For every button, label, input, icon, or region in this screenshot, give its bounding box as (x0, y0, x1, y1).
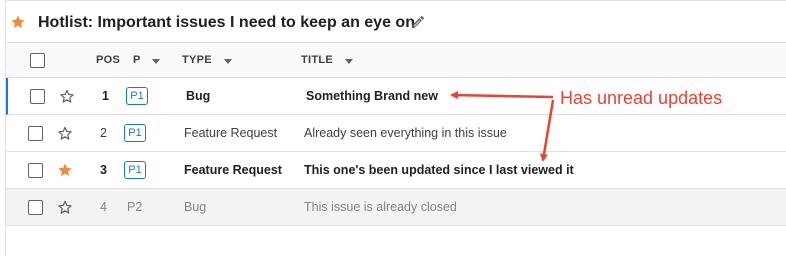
row-checkbox[interactable] (28, 200, 43, 215)
table-row[interactable]: 4 P2 Bug This issue is already closed (6, 189, 786, 226)
priority-label: P2 (127, 200, 143, 214)
column-header-pos[interactable]: POS (96, 54, 120, 66)
priority-badge: P1 (126, 87, 148, 105)
issue-position: 3 (100, 163, 107, 177)
star-outline-icon[interactable] (57, 199, 73, 215)
column-header-priority[interactable]: P (133, 54, 141, 66)
row-checkbox[interactable] (28, 163, 43, 178)
column-header-title[interactable]: TITLE (301, 54, 333, 66)
star-outline-icon[interactable] (59, 88, 75, 104)
hotlist-header: Hotlist: Important issues I need to keep… (0, 0, 786, 42)
title-sort-arrow-icon[interactable] (345, 59, 353, 64)
row-checkbox[interactable] (28, 126, 43, 141)
table-row[interactable]: 3 P1 Feature Request This one's been upd… (6, 152, 786, 189)
issue-position: 2 (100, 126, 107, 140)
type-sort-arrow-icon[interactable] (224, 59, 232, 64)
issue-title-link[interactable]: This one's been updated since I last vie… (304, 163, 574, 177)
column-header-type[interactable]: TYPE (182, 54, 212, 66)
table-row[interactable]: 2 P1 Feature Request Already seen everyt… (6, 115, 786, 152)
hotlist-title: Hotlist: Important issues I need to keep… (38, 14, 415, 31)
row-checkbox[interactable] (30, 89, 45, 104)
issue-title-link[interactable]: This issue is already closed (304, 200, 457, 214)
column-header-row: POS P TYPE TITLE (6, 42, 786, 78)
priority-badge: P1 (124, 161, 146, 179)
issue-position: 1 (102, 89, 109, 103)
issue-type: Bug (184, 200, 207, 214)
priority-badge: P1 (124, 124, 146, 142)
star-outline-icon[interactable] (57, 125, 73, 141)
annotation-label: Has unread updates (560, 88, 723, 108)
priority-sort-arrow-icon[interactable] (152, 59, 160, 64)
pencil-icon[interactable] (410, 14, 426, 30)
issue-title-link[interactable]: Already seen everything in this issue (304, 126, 507, 140)
select-all-checkbox[interactable] (30, 53, 45, 68)
issue-title-link[interactable]: Something Brand new (306, 89, 438, 103)
star-filled-icon[interactable] (10, 14, 26, 30)
issue-position: 4 (100, 200, 107, 214)
issue-type: Feature Request (184, 126, 278, 140)
issue-type: Bug (186, 89, 211, 103)
star-filled-icon[interactable] (57, 162, 73, 178)
issue-type: Feature Request (184, 163, 282, 177)
